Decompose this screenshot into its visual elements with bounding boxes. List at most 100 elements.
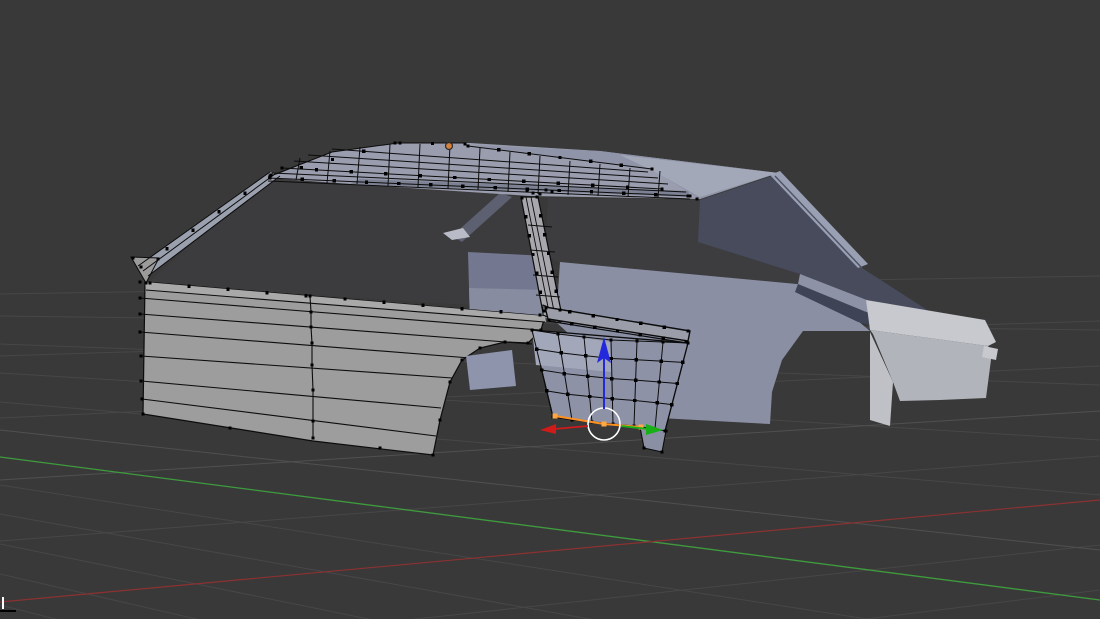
mesh-vertex[interactable]: [550, 190, 554, 194]
mesh-vertex[interactable]: [523, 215, 528, 219]
mesh-vertex[interactable]: [589, 190, 594, 194]
mesh-vertex[interactable]: [542, 309, 546, 313]
mesh-vertex[interactable]: [546, 251, 551, 256]
mesh-vertex[interactable]: [554, 289, 558, 293]
mesh-vertex[interactable]: [503, 340, 507, 344]
mesh-vertex[interactable]: [635, 339, 639, 343]
mesh-vertex[interactable]: [309, 325, 313, 329]
mesh-vertex[interactable]: [243, 191, 247, 196]
mesh-vertex[interactable]: [310, 341, 314, 345]
3d-viewport[interactable]: [0, 0, 1100, 619]
mesh-vertex[interactable]: [544, 188, 548, 192]
mesh-vertex[interactable]: [633, 398, 637, 403]
mesh-vertex[interactable]: [556, 332, 560, 336]
mesh-vertex[interactable]: [634, 358, 639, 362]
mesh-vertex[interactable]: [138, 280, 142, 284]
mesh-vertex[interactable]: [657, 380, 662, 384]
mesh-vertex[interactable]: [534, 347, 539, 351]
mesh-vertex[interactable]: [539, 214, 543, 218]
mesh-vertex[interactable]: [478, 346, 482, 350]
mesh-vertex[interactable]: [383, 172, 388, 176]
mesh-vertex[interactable]: [139, 265, 143, 269]
mesh-vertex[interactable]: [654, 192, 658, 197]
mesh-vertex[interactable]: [299, 166, 303, 170]
mesh-vertex[interactable]: [558, 308, 562, 312]
mesh-vertex[interactable]: [156, 257, 160, 261]
mesh-vertex[interactable]: [535, 195, 539, 199]
mesh-vertex[interactable]: [460, 358, 464, 362]
mesh-vertex[interactable]: [280, 166, 284, 170]
mesh-vertex[interactable]: [217, 210, 221, 214]
mesh-vertex[interactable]: [393, 141, 397, 145]
mesh-vertex[interactable]: [621, 191, 626, 195]
object-origin-dot[interactable]: [444, 141, 454, 151]
mesh-vertex[interactable]: [538, 313, 542, 317]
mesh-vertex[interactable]: [610, 376, 614, 381]
mesh-vertex[interactable]: [547, 318, 551, 322]
mesh-vertex[interactable]: [139, 354, 143, 358]
mesh-vertex[interactable]: [362, 149, 366, 153]
mesh-vertex[interactable]: [304, 294, 308, 298]
mesh-vertex[interactable]: [431, 453, 435, 457]
mesh-vertex[interactable]: [349, 170, 353, 174]
mesh-vertex[interactable]: [675, 381, 680, 386]
mesh-vertex[interactable]: [663, 429, 667, 433]
mesh-vertex[interactable]: [681, 360, 685, 365]
mesh-vertex[interactable]: [396, 181, 401, 186]
mesh-vertex[interactable]: [228, 426, 232, 430]
mesh-vertex[interactable]: [557, 188, 562, 193]
mesh-vertex[interactable]: [300, 177, 304, 182]
mesh-vertex[interactable]: [638, 332, 643, 337]
mesh-vertex[interactable]: [138, 312, 142, 316]
mesh-vertex[interactable]: [429, 183, 433, 187]
mesh-vertex[interactable]: [695, 197, 699, 201]
mesh-vertex[interactable]: [144, 281, 148, 285]
mesh-vertex[interactable]: [544, 306, 548, 310]
mesh-vertex[interactable]: [309, 310, 313, 314]
mesh-vertex[interactable]: [138, 296, 142, 300]
mesh-vertex[interactable]: [527, 151, 532, 156]
mesh-vertex[interactable]: [686, 341, 690, 345]
mesh-vertex[interactable]: [591, 313, 596, 318]
mesh-vertex[interactable]: [187, 284, 191, 288]
mesh-vertex[interactable]: [585, 374, 590, 378]
mesh-vertex[interactable]: [460, 306, 464, 311]
mesh-vertex[interactable]: [642, 446, 646, 450]
mesh-vertex[interactable]: [131, 256, 135, 260]
mesh-vertex[interactable]: [633, 378, 638, 382]
mesh-vertex[interactable]: [531, 252, 535, 257]
mesh-vertex[interactable]: [545, 389, 549, 393]
mesh-vertex[interactable]: [558, 155, 562, 160]
mesh-vertex[interactable]: [269, 173, 273, 177]
mesh-vertex[interactable]: [141, 412, 145, 416]
mesh-vertex[interactable]: [591, 183, 595, 187]
mesh-vertex[interactable]: [148, 281, 152, 285]
mesh-vertex[interactable]: [530, 328, 534, 332]
mesh-vertex[interactable]: [398, 141, 402, 145]
mesh-vertex[interactable]: [615, 329, 620, 333]
mesh-vertex[interactable]: [625, 185, 630, 189]
mesh-vertex[interactable]: [615, 317, 619, 322]
mesh-vertex[interactable]: [619, 163, 624, 167]
mesh-vertex[interactable]: [539, 368, 544, 372]
mesh-vertex[interactable]: [463, 142, 467, 146]
mesh-vertex[interactable]: [343, 297, 347, 301]
mesh-vertex[interactable]: [140, 397, 144, 401]
mesh-vertex[interactable]: [430, 141, 435, 146]
mesh-vertex[interactable]: [332, 179, 337, 183]
mesh-vertex[interactable]: [582, 335, 586, 339]
mesh-vertex[interactable]: [592, 325, 597, 330]
mesh-vertex[interactable]: [138, 330, 142, 334]
mesh-vertex[interactable]: [330, 157, 335, 162]
mesh-vertex[interactable]: [191, 228, 195, 232]
mesh-vertex[interactable]: [609, 356, 614, 361]
mesh-vertex[interactable]: [165, 246, 169, 251]
mesh-vertex[interactable]: [311, 436, 315, 440]
mesh-vertex[interactable]: [448, 380, 452, 384]
mesh-vertex[interactable]: [584, 354, 588, 358]
mesh-vertex[interactable]: [487, 177, 491, 182]
mesh-vertex[interactable]: [659, 359, 663, 363]
mesh-vertex[interactable]: [421, 303, 425, 308]
mesh-vertex[interactable]: [638, 321, 643, 326]
mesh-vertex[interactable]: [661, 336, 665, 341]
